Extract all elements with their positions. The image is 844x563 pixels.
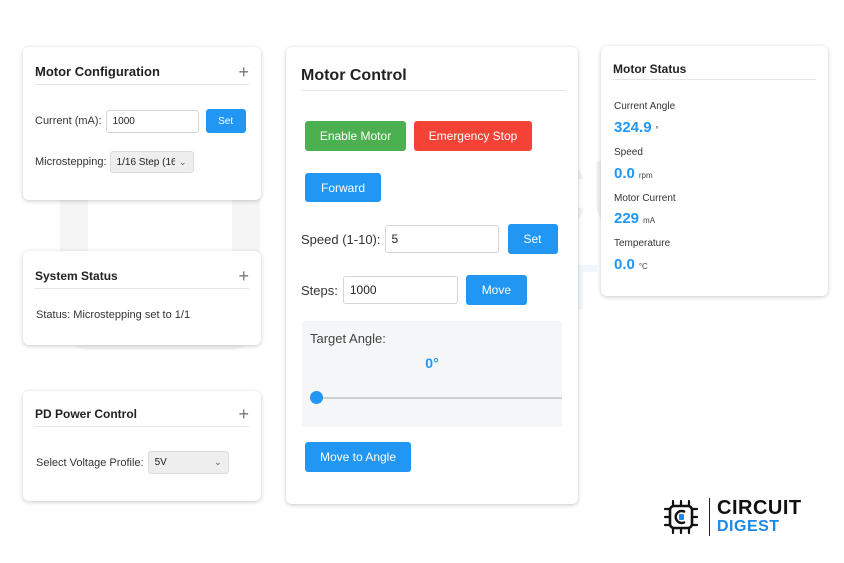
logo-line2: DIGEST <box>717 518 780 535</box>
current-angle-label: Current Angle <box>614 101 676 112</box>
temperature-unit: °C <box>638 262 648 271</box>
motor-current-label: Motor Current <box>614 193 676 204</box>
current-angle-value: 324.9 <box>614 119 652 136</box>
speed-row: Speed (1-10): 5 Set <box>301 224 558 254</box>
target-angle-panel: Target Angle: 0° <box>302 321 562 427</box>
temperature-label: Temperature <box>614 238 671 249</box>
motor-status-card: Motor Status Current Angle 324.9 ° Speed… <box>601 46 828 296</box>
move-to-angle-button[interactable]: Move to Angle <box>305 442 411 472</box>
logo-separator <box>709 498 710 536</box>
motor-status-header: Motor Status <box>613 58 816 80</box>
motor-status-title: Motor Status <box>613 61 687 76</box>
temperature-value: 0.0 <box>614 256 635 273</box>
expand-plus-icon[interactable]: + <box>238 267 249 285</box>
current-row: Current (mA): 1000 Set <box>35 109 246 133</box>
speed-status-label: Speed <box>614 147 643 158</box>
speed-set-button[interactable]: Set <box>507 224 558 254</box>
steps-input[interactable]: 1000 <box>342 276 458 304</box>
target-angle-value: 0° <box>425 355 439 371</box>
move-button[interactable]: Move <box>465 275 527 305</box>
microstepping-select[interactable]: 1/16 Step (16 ⌄ <box>109 151 194 173</box>
motor-configuration-title: Motor Configuration <box>35 64 160 79</box>
voltage-profile-row: Select Voltage Profile: 5V ⌄ <box>36 451 229 474</box>
pd-power-title: PD Power Control <box>35 406 138 421</box>
pd-power-control-card: PD Power Control + Select Voltage Profil… <box>23 391 261 501</box>
voltage-profile-label: Select Voltage Profile: <box>36 456 144 469</box>
speed-status-value-group: 0.0 rpm <box>614 165 653 182</box>
voltage-profile-selected: 5V <box>154 457 167 468</box>
speed-input[interactable]: 5 <box>384 225 499 253</box>
expand-plus-icon[interactable]: + <box>238 63 249 81</box>
emergency-stop-button[interactable]: Emergency Stop <box>414 121 532 151</box>
motor-current-value-group: 229 mA <box>614 210 655 227</box>
logo-line1: CIRCUIT <box>717 497 802 519</box>
motor-current-value: 229 <box>614 210 640 227</box>
expand-plus-icon[interactable]: + <box>238 405 249 423</box>
motor-configuration-card: Motor Configuration + Current (mA): 1000… <box>23 47 261 200</box>
motor-control-card: Motor Control Enable Motor Emergency Sto… <box>286 47 578 504</box>
motor-control-title: Motor Control <box>301 66 407 84</box>
microstepping-label: Microstepping: <box>35 156 107 168</box>
current-input[interactable]: 1000 <box>105 109 199 133</box>
system-status-card: System Status + Status: Microstepping se… <box>23 251 261 345</box>
temperature-value-group: 0.0 °C <box>614 256 648 273</box>
target-angle-label: Target Angle: <box>310 331 386 346</box>
speed-status-unit: rpm <box>638 171 653 180</box>
microstepping-selected: 1/16 Step (16 <box>116 156 175 168</box>
chevron-down-icon: ⌄ <box>179 156 187 167</box>
motor-configuration-header: Motor Configuration + <box>35 59 249 85</box>
slider-thumb[interactable] <box>310 391 323 404</box>
speed-status-value: 0.0 <box>614 165 635 182</box>
target-angle-slider[interactable] <box>310 391 562 404</box>
current-set-button[interactable]: Set <box>205 109 246 133</box>
status-text: Status: Microstepping set to 1/1 <box>36 309 191 321</box>
motor-control-header: Motor Control <box>301 61 566 91</box>
microstepping-row: Microstepping: 1/16 Step (16 ⌄ <box>35 151 194 173</box>
current-angle-unit: ° <box>655 125 659 134</box>
current-label: Current (mA): <box>35 115 102 127</box>
system-status-header: System Status + <box>35 263 249 289</box>
steps-label: Steps: <box>301 282 338 298</box>
motor-current-unit: mA <box>643 216 656 225</box>
voltage-profile-select[interactable]: 5V ⌄ <box>147 451 229 474</box>
circuit-digest-logo: CIRCUIT DIGEST <box>661 495 821 541</box>
direction-forward-button[interactable]: Forward <box>305 173 381 202</box>
pd-power-header: PD Power Control + <box>35 401 249 427</box>
system-status-title: System Status <box>35 268 118 283</box>
chevron-down-icon: ⌄ <box>214 457 222 467</box>
steps-row: Steps: 1000 Move <box>301 275 527 305</box>
chip-icon <box>663 499 699 535</box>
speed-label: Speed (1-10): <box>301 231 381 247</box>
current-angle-value-group: 324.9 ° <box>614 119 659 136</box>
enable-motor-button[interactable]: Enable Motor <box>305 121 406 151</box>
